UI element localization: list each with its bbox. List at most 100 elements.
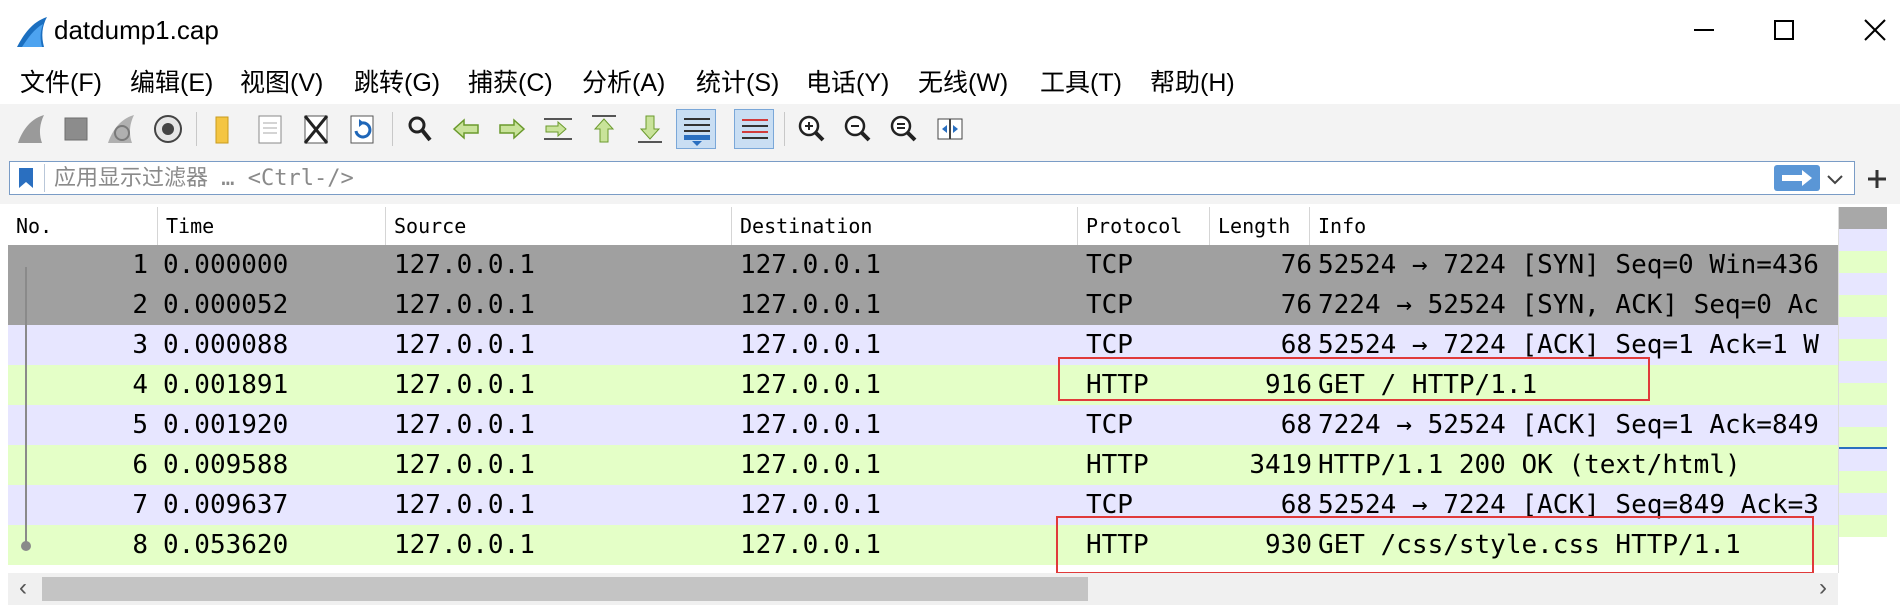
main-toolbar [0,104,1900,155]
colorize-icon[interactable] [734,109,774,149]
close-file-icon[interactable] [296,109,336,149]
menu-edit[interactable]: 编辑(E) [130,66,213,100]
packet-cell-source: 127.0.0.1 [394,250,535,280]
horizontal-scrollbar[interactable]: ‹ › [8,573,1838,605]
column-header-length[interactable]: Length [1210,207,1310,245]
packet-cell-no: 7 [132,490,148,520]
maximize-icon[interactable] [1760,10,1808,50]
packet-cell-time: 0.009637 [163,490,289,520]
chevron-down-icon[interactable] [1822,168,1848,190]
packet-minimap-scrollbar[interactable] [1838,207,1900,573]
packet-cell-time: 0.053620 [163,530,289,560]
bookmark-icon[interactable] [18,167,34,189]
packet-cell-info: 7224 → 52524 [ACK] Seq=1 Ack=849 [1318,410,1819,440]
packet-cell-length: 3419 [1249,450,1312,480]
title-bar: datdump1.cap [0,0,1900,62]
menu-view[interactable]: 视图(V) [240,66,323,100]
packet-cell-protocol: TCP [1086,290,1133,320]
packet-cell-destination: 127.0.0.1 [740,410,881,440]
packet-cell-destination: 127.0.0.1 [740,250,881,280]
packet-row[interactable]: 5 0.001920 127.0.0.1 127.0.0.1 TCP 68 7224 → 5… [8,405,1838,445]
column-header-info[interactable]: Info [1310,207,1838,245]
column-header-source[interactable]: Source [386,207,732,245]
packet-cell-time: 0.000052 [163,290,289,320]
packet-cell-protocol: TCP [1086,250,1133,280]
reload-file-icon[interactable] [342,109,382,149]
start-capture-icon[interactable] [12,109,52,149]
packet-cell-destination: 127.0.0.1 [740,290,881,320]
highlight-box-packet-4 [1058,357,1650,401]
go-to-packet-icon[interactable] [538,109,578,149]
packet-cell-source: 127.0.0.1 [394,370,535,400]
menu-analyze[interactable]: 分析(A) [582,66,665,100]
resize-columns-icon[interactable] [930,109,970,149]
normal-size-icon[interactable] [884,109,924,149]
packet-cell-destination: 127.0.0.1 [740,490,881,520]
packet-cell-time: 0.009588 [163,450,289,480]
packet-cell-no: 1 [132,250,148,280]
menu-bar: 文件(F) 编辑(E) 视图(V) 跳转(G) 捕获(C) 分析(A) 统计(S… [0,62,1900,104]
menu-file[interactable]: 文件(F) [20,66,102,100]
packet-cell-source: 127.0.0.1 [394,450,535,480]
stop-capture-icon[interactable] [56,109,96,149]
go-back-icon[interactable] [446,109,486,149]
display-filter-box [9,161,1855,195]
zoom-out-icon[interactable] [838,109,878,149]
zoom-in-icon[interactable] [792,109,832,149]
packet-cell-length: 76 [1280,290,1312,320]
go-first-icon[interactable] [584,109,624,149]
packet-row[interactable]: 1 0.000000 127.0.0.1 127.0.0.1 TCP 76 52524 → … [8,245,1838,285]
menu-go[interactable]: 跳转(G) [354,66,440,100]
menu-capture[interactable]: 捕获(C) [468,66,553,100]
autoscroll-icon[interactable] [676,109,716,149]
column-header-destination[interactable]: Destination [732,207,1078,245]
go-forward-icon[interactable] [492,109,532,149]
packet-cell-source: 127.0.0.1 [394,330,535,360]
open-file-icon[interactable] [204,109,244,149]
plus-icon[interactable] [1862,164,1892,194]
find-packet-icon[interactable] [400,109,440,149]
horizontal-scroll-thumb[interactable] [42,577,1088,601]
menu-tools[interactable]: 工具(T) [1040,66,1122,100]
related-packets-marker [25,267,27,547]
packet-cell-info: 7224 → 52524 [SYN, ACK] Seq=0 Ac [1318,290,1819,320]
related-packet-dot [21,541,31,551]
restart-capture-icon[interactable] [102,109,142,149]
packet-cell-no: 3 [132,330,148,360]
highlight-box-packet-8 [1056,516,1814,574]
display-filter-input[interactable] [54,162,1754,194]
menu-help[interactable]: 帮助(H) [1150,66,1235,100]
packet-cell-time: 0.001891 [163,370,289,400]
packet-cell-protocol: TCP [1086,410,1133,440]
column-header-protocol[interactable]: Protocol [1078,207,1210,245]
menu-wireless[interactable]: 无线(W) [918,66,1008,100]
menu-statistics[interactable]: 统计(S) [696,66,779,100]
packet-cell-destination: 127.0.0.1 [740,450,881,480]
packet-cell-time: 0.000000 [163,250,289,280]
minimize-icon[interactable] [1680,10,1728,50]
packet-row[interactable]: 2 0.000052 127.0.0.1 127.0.0.1 TCP 76 7224 → 5… [8,285,1838,325]
column-header-time[interactable]: Time [158,207,386,245]
menu-telephony[interactable]: 电话(Y) [806,66,889,100]
packet-cell-time: 0.001920 [163,410,289,440]
packet-cell-length: 76 [1280,250,1312,280]
arrow-right-icon[interactable] [1774,165,1820,191]
packet-cell-info: HTTP/1.1 200 OK (text/html) [1318,450,1741,480]
packet-cell-no: 4 [132,370,148,400]
packet-cell-length: 68 [1280,410,1312,440]
packet-cell-protocol: HTTP [1086,450,1149,480]
packet-cell-info: 52524 → 7224 [SYN] Seq=0 Win=436 [1318,250,1819,280]
packet-cell-time: 0.000088 [163,330,289,360]
packet-row[interactable]: 6 0.009588 127.0.0.1 127.0.0.1 HTTP 3419 HTTP/… [8,445,1838,485]
capture-options-icon[interactable] [148,109,188,149]
scroll-left-arrow[interactable]: ‹ [8,573,38,605]
go-last-icon[interactable] [630,109,670,149]
packet-cell-source: 127.0.0.1 [394,410,535,440]
close-icon[interactable] [1850,10,1898,50]
packet-cell-destination: 127.0.0.1 [740,330,881,360]
packet-cell-no: 6 [132,450,148,480]
packet-cell-source: 127.0.0.1 [394,530,535,560]
save-file-icon[interactable] [250,109,290,149]
column-header-no[interactable]: No. [8,207,158,245]
scroll-right-arrow[interactable]: › [1808,573,1838,605]
